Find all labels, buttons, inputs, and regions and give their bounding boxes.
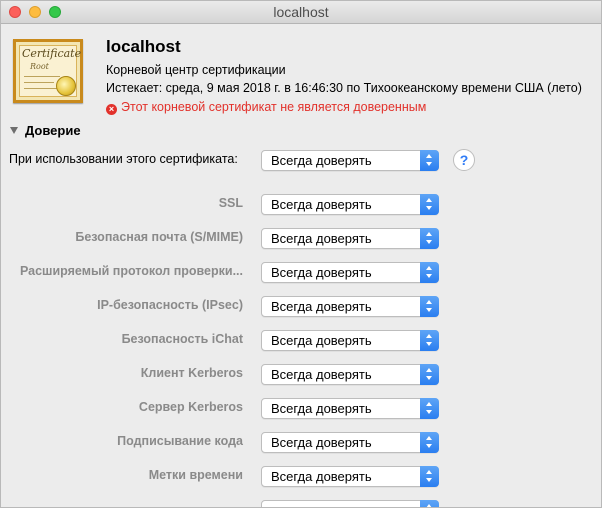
trust-row-label: Клиент Kerberos: [140, 366, 243, 380]
trust-row-popup[interactable]: Всегда доверять: [261, 364, 439, 385]
trust-row-label: SSL: [218, 196, 243, 210]
trust-row-value: Всегда доверять: [271, 435, 372, 450]
trust-row-label: Расширяемый протокол проверки...: [19, 264, 243, 278]
window-title: localhost: [273, 4, 329, 20]
certificate-icon: Certificate Root: [13, 39, 83, 103]
trust-row-value: Всегда доверять: [271, 265, 372, 280]
trust-row-popup[interactable]: Всегда доверять: [261, 228, 439, 249]
disclosure-triangle-icon[interactable]: [10, 127, 18, 134]
certificate-name: localhost: [106, 37, 181, 56]
trust-row-value: Всегда доверять: [271, 401, 372, 416]
trust-row-popup[interactable]: Всегда доверять: [261, 432, 439, 453]
main-trust-value: Всегда доверять: [271, 153, 372, 168]
popup-arrows-icon[interactable]: [420, 296, 439, 317]
certificate-expiry: Истекает: среда, 9 мая 2018 г. в 16:46:3…: [106, 81, 582, 95]
certificate-icon-title: Certificate: [22, 47, 82, 60]
popup-arrows-icon[interactable]: [420, 466, 439, 487]
trust-warning: × Этот корневой сертификат не является до…: [106, 100, 426, 115]
trust-row-value: Всегда доверять: [271, 367, 372, 382]
help-button[interactable]: ?: [453, 149, 475, 171]
popup-arrows-icon[interactable]: [420, 364, 439, 385]
trust-row-label: Сервер Kerberos: [138, 400, 243, 414]
popup-arrows-icon[interactable]: [420, 262, 439, 283]
trust-section-toggle[interactable]: Доверие: [10, 123, 81, 138]
main-trust-popup[interactable]: Всегда доверять: [261, 150, 439, 171]
trust-row-popup[interactable]: [261, 500, 439, 507]
trust-row-popup[interactable]: Всегда доверять: [261, 398, 439, 419]
certificate-icon-subtitle: Root: [30, 62, 49, 71]
trust-row-value: Всегда доверять: [271, 469, 372, 484]
trust-row-label: Безопасная почта (S/MIME): [75, 230, 243, 244]
trust-row-label: Метки времени: [148, 468, 243, 482]
trust-row-popup[interactable]: Всегда доверять: [261, 296, 439, 317]
trust-row-label: Подписывание кода: [117, 434, 243, 448]
trust-row-label: Безопасность iChat: [121, 332, 243, 346]
popup-arrows-icon[interactable]: [420, 194, 439, 215]
main-trust-label: При использовании этого сертификата:: [9, 152, 238, 166]
trust-row-popup[interactable]: Всегда доверять: [261, 330, 439, 351]
error-icon: ×: [106, 104, 117, 115]
trust-row-popup[interactable]: Всегда доверять: [261, 194, 439, 215]
certificate-window: localhost Certificate Root localhost Кор…: [0, 0, 602, 508]
trust-row-popup[interactable]: Всегда доверять: [261, 466, 439, 487]
trust-row-value: Всегда доверять: [271, 231, 372, 246]
popup-arrows-icon[interactable]: [420, 150, 439, 171]
trust-section-label: Доверие: [25, 123, 81, 138]
seal-icon: [56, 76, 76, 96]
popup-arrows-icon[interactable]: [420, 228, 439, 249]
trust-row-value: Всегда доверять: [271, 299, 372, 314]
popup-arrows-icon[interactable]: [420, 330, 439, 351]
trust-row-value: Всегда доверять: [271, 333, 372, 348]
trust-row-label: IP-безопасность (IPsec): [97, 298, 243, 312]
popup-arrows-icon[interactable]: [420, 398, 439, 419]
trust-row-value: Всегда доверять: [271, 197, 372, 212]
popup-arrows-icon[interactable]: [420, 500, 439, 507]
popup-arrows-icon[interactable]: [420, 432, 439, 453]
title-bar[interactable]: localhost: [1, 1, 601, 24]
trust-row-popup[interactable]: Всегда доверять: [261, 262, 439, 283]
trust-warning-text: Этот корневой сертификат не является дов…: [121, 100, 427, 114]
certificate-kind: Корневой центр сертификации: [106, 63, 286, 77]
